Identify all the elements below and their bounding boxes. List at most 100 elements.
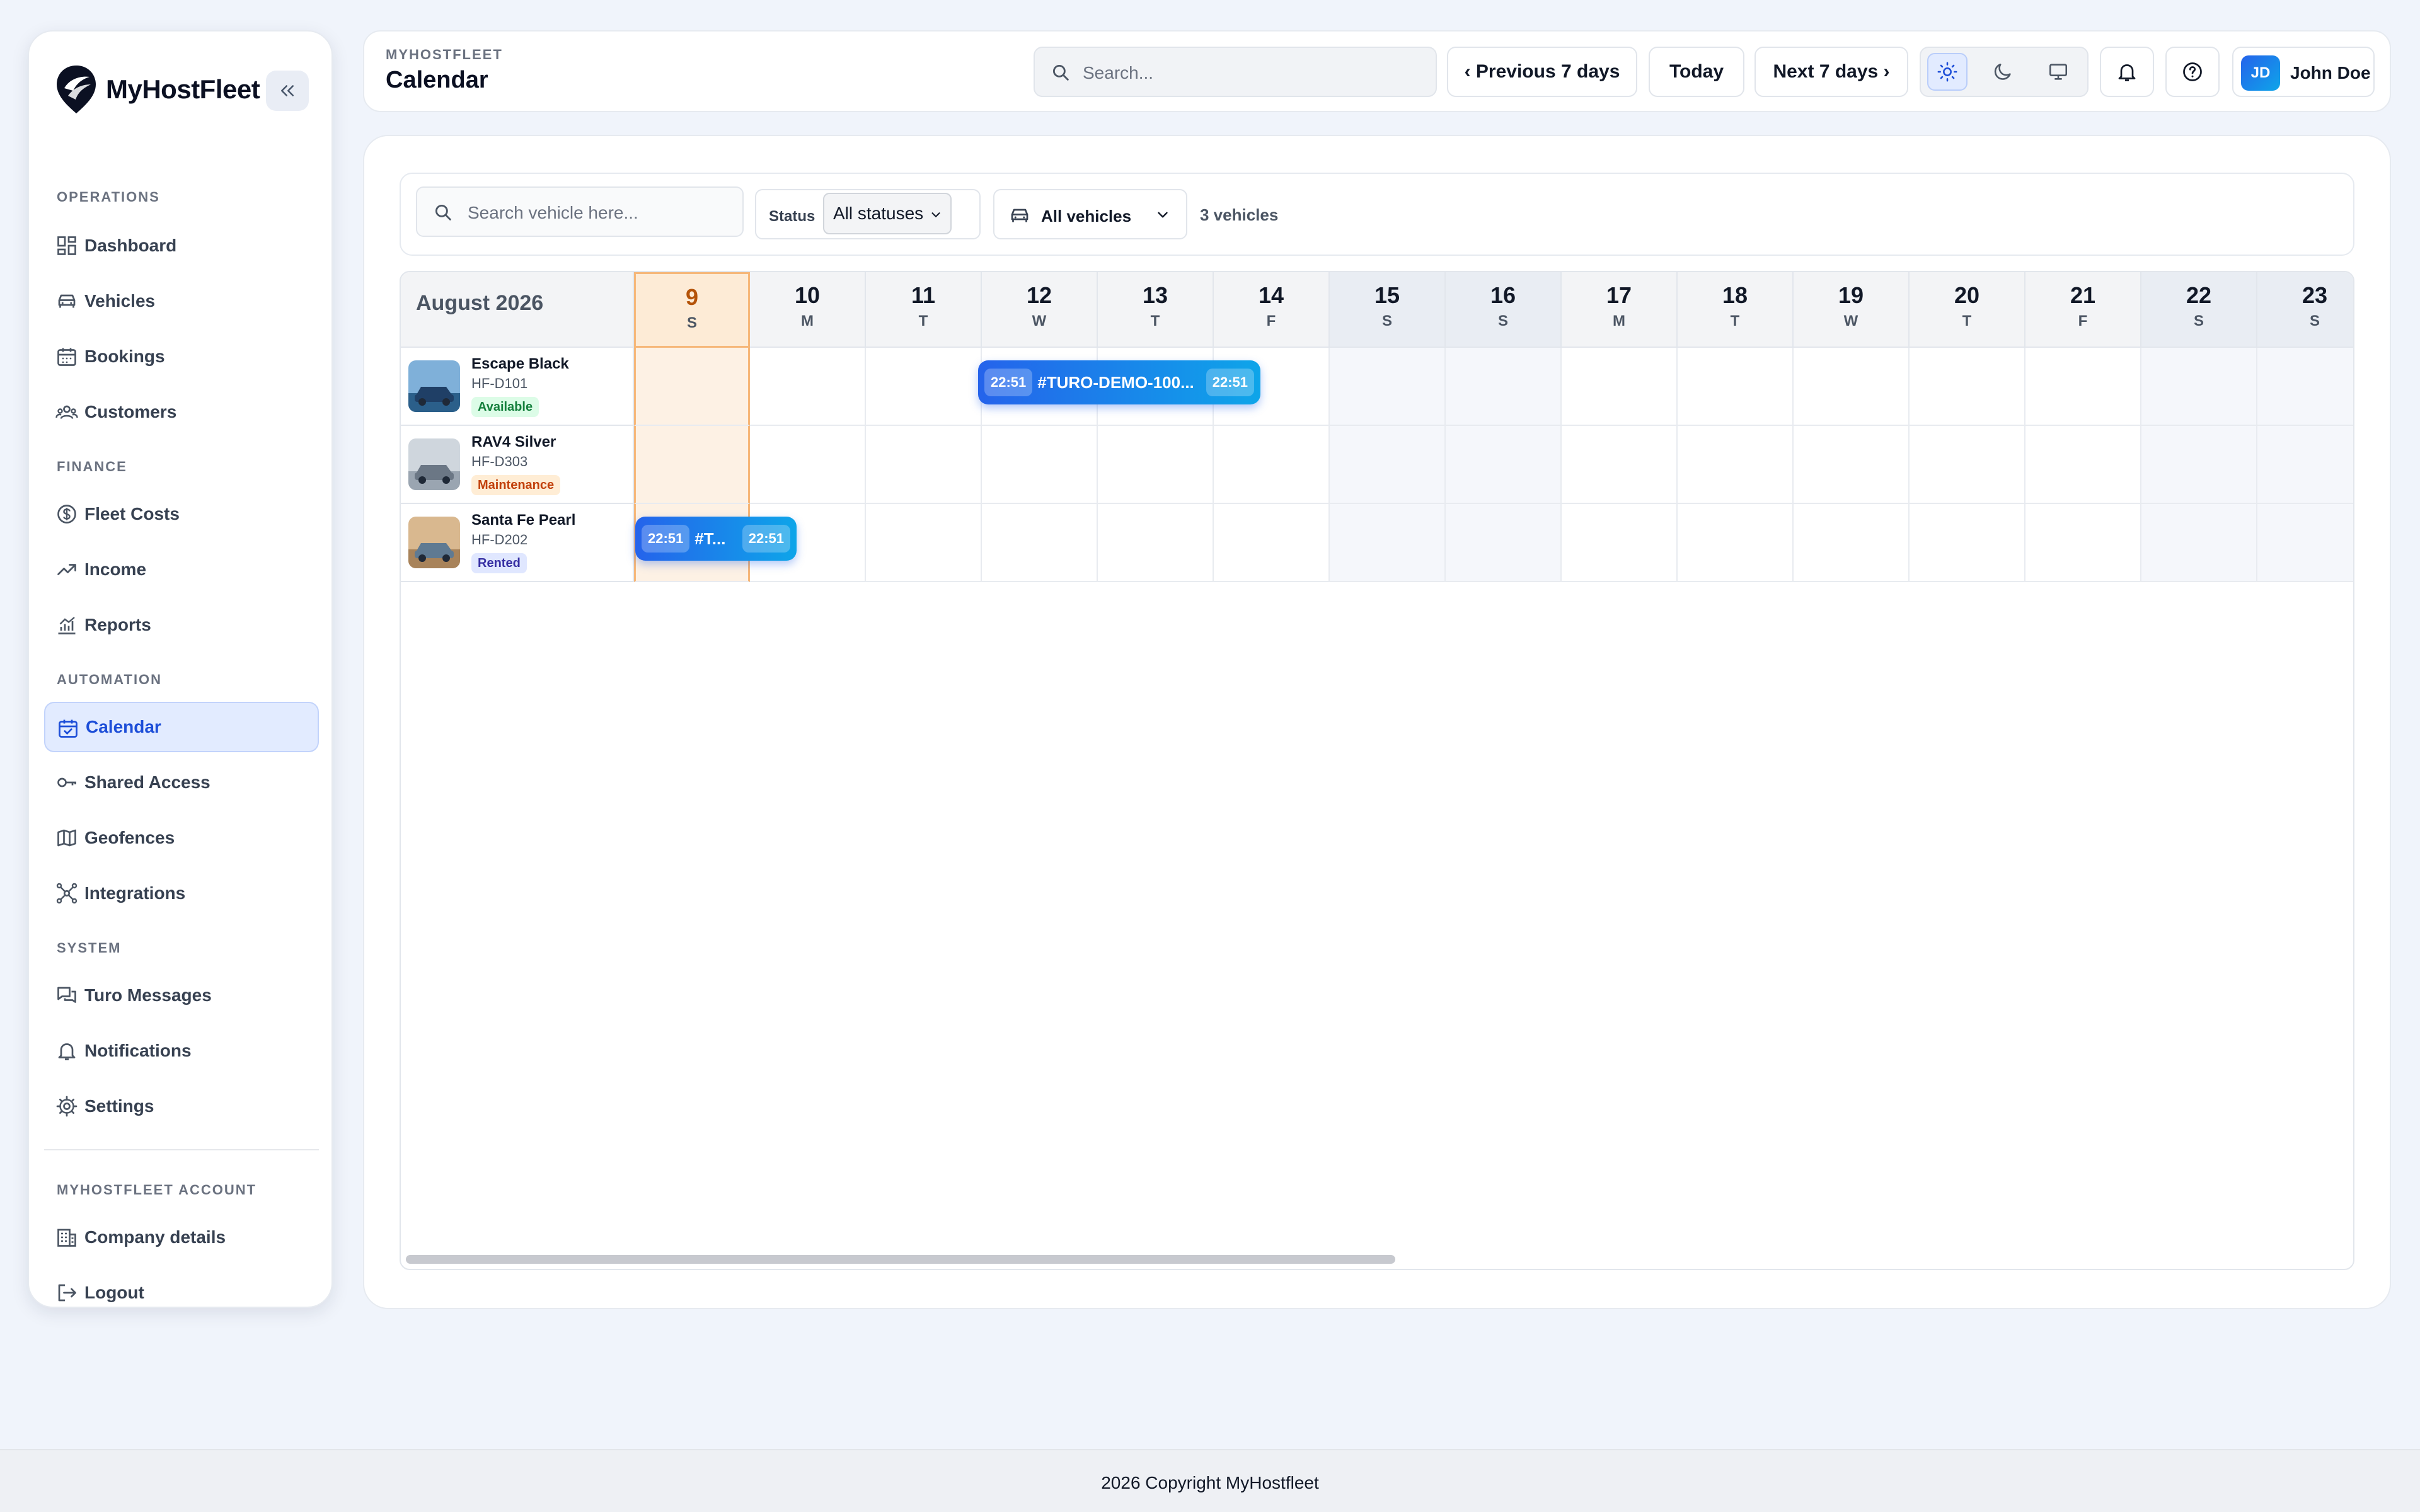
day-number: 17 [1606, 282, 1632, 308]
sidebar-item-calendar[interactable]: Calendar [44, 702, 319, 752]
calendar-cell[interactable] [1214, 426, 1330, 504]
calendar-cell[interactable] [866, 504, 982, 582]
network-icon [55, 882, 78, 905]
calendar-cell[interactable] [1562, 348, 1678, 426]
calendar-cell[interactable] [1446, 426, 1562, 504]
calendar-cell[interactable] [2257, 426, 2353, 504]
calendar-cell[interactable] [1910, 504, 2025, 582]
sidebar-item-company-details[interactable]: Company details [44, 1212, 319, 1263]
previous-7-days-button[interactable]: ‹ Previous 7 days [1447, 47, 1637, 97]
car-icon [1008, 204, 1031, 227]
calendar-cell[interactable] [2025, 348, 2141, 426]
sidebar-item-geofences[interactable]: Geofences [44, 813, 319, 863]
day-header: 22 S [2141, 272, 2257, 348]
day-of-week: S [686, 314, 697, 331]
calendar-cell[interactable] [2257, 504, 2353, 582]
calendar-cell[interactable] [982, 426, 1098, 504]
status-badge: Rented [471, 553, 527, 573]
sidebar-item-customers[interactable]: Customers [44, 387, 319, 437]
calendar-cell[interactable] [1330, 426, 1446, 504]
calendar-cell[interactable] [1446, 348, 1562, 426]
vehicle-row[interactable]: RAV4 Silver HF-D303 Maintenance [401, 426, 634, 504]
calendar-cell[interactable] [2025, 426, 2141, 504]
sidebar-item-bookings[interactable]: Bookings [44, 331, 319, 382]
calendar-cell[interactable] [750, 348, 866, 426]
vehicle-row[interactable]: Escape Black HF-D101 Available [401, 348, 634, 426]
today-button[interactable]: Today [1649, 47, 1744, 97]
user-menu-button[interactable]: JD John Doe [2232, 47, 2375, 97]
calendar-cell[interactable] [1098, 426, 1214, 504]
sidebar-item-notifications[interactable]: Notifications [44, 1026, 319, 1076]
calendar-cell[interactable] [866, 348, 982, 426]
calendar-cell[interactable] [866, 426, 982, 504]
sidebar-item-vehicles[interactable]: Vehicles [44, 276, 319, 326]
calendar-cell[interactable] [1214, 504, 1330, 582]
day-header: 10 M [750, 272, 866, 348]
booking-label: #T... [694, 529, 726, 548]
calendar-cell[interactable] [2257, 348, 2353, 426]
calendar-cell[interactable] [1446, 504, 1562, 582]
sidebar-item-turo-messages[interactable]: Turo Messages [44, 970, 319, 1021]
sidebar-item-fleet-costs[interactable]: Fleet Costs [44, 489, 319, 539]
calendar-cell[interactable] [2141, 348, 2257, 426]
search-icon [1050, 62, 1071, 83]
calendar-cell[interactable] [2141, 504, 2257, 582]
moon-icon [1994, 64, 2011, 80]
calendar-cell[interactable] [1794, 348, 1910, 426]
help-button[interactable] [2165, 47, 2220, 97]
brand[interactable]: MyHostFleet [54, 63, 260, 116]
global-search-input[interactable]: Search... [1034, 47, 1437, 97]
monitor-icon [2049, 64, 2068, 80]
horizontal-scrollbar[interactable] [406, 1255, 1395, 1264]
booking-bar[interactable]: 22:51 #TURO-DEMO-100... 22:51 [978, 360, 1260, 404]
calendar-cell[interactable] [982, 504, 1098, 582]
sidebar-item-integrations[interactable]: Integrations [44, 868, 319, 919]
collapse-sidebar-button[interactable] [266, 71, 309, 111]
next-7-days-button[interactable]: Next 7 days › [1754, 47, 1908, 97]
booking-end-time: 22:51 [1206, 369, 1254, 396]
calendar-cell[interactable] [750, 426, 866, 504]
calendar-cell[interactable] [634, 426, 750, 504]
calendar-cell[interactable] [1678, 426, 1794, 504]
vehicle-filter-select[interactable]: All vehicles [993, 189, 1187, 239]
light-theme-button[interactable] [1927, 53, 1968, 91]
calendar-cell[interactable] [1330, 348, 1446, 426]
vehicle-row[interactable]: Santa Fe Pearl HF-D202 Rented [401, 504, 634, 582]
calendar-cell[interactable] [634, 348, 750, 426]
calendar-cell[interactable] [1678, 504, 1794, 582]
calendar-cell[interactable] [1794, 504, 1910, 582]
month-label: August 2026 [416, 291, 544, 315]
sidebar-item-reports[interactable]: Reports [44, 600, 319, 650]
question-circle-icon [2183, 62, 2202, 81]
sidebar-item-dashboard[interactable]: Dashboard [44, 220, 319, 271]
bell-icon [2118, 64, 2136, 81]
booking-bar[interactable]: 22:51 #T... 22:51 [635, 517, 797, 561]
breadcrumb: MYHOSTFLEET [386, 47, 503, 62]
calendar-cell[interactable] [1910, 348, 2025, 426]
calendar-cell[interactable] [1910, 426, 2025, 504]
day-number: 22 [2186, 282, 2212, 308]
booking-end-time: 22:51 [742, 525, 790, 553]
calendar-cell[interactable] [1562, 426, 1678, 504]
sidebar-item-shared-access[interactable]: Shared Access [44, 757, 319, 808]
calendar-cell[interactable] [1794, 426, 1910, 504]
calendar-cell[interactable] [1562, 504, 1678, 582]
calendar-cell[interactable] [2141, 426, 2257, 504]
calendar-cell[interactable] [1330, 504, 1446, 582]
system-theme-button[interactable] [2038, 53, 2078, 91]
month-header: August 2026 [401, 272, 634, 348]
sidebar-item-logout[interactable]: Logout [44, 1268, 319, 1318]
vehicle-name: RAV4 Silver [471, 433, 556, 450]
day-number: 16 [1490, 282, 1516, 308]
calendar-cell[interactable] [1678, 348, 1794, 426]
sidebar-item-income[interactable]: Income [44, 544, 319, 595]
sidebar-item-settings[interactable]: Settings [44, 1081, 319, 1131]
status-badge: Available [471, 397, 539, 417]
vehicle-search-input[interactable]: Search vehicle here... [416, 186, 744, 237]
status-select[interactable]: All statuses [823, 193, 952, 234]
calendar-grid-icon [55, 345, 78, 368]
notifications-button[interactable] [2100, 47, 2154, 97]
calendar-cell[interactable] [1098, 504, 1214, 582]
calendar-cell[interactable] [2025, 504, 2141, 582]
dark-theme-button[interactable] [1983, 53, 2023, 91]
